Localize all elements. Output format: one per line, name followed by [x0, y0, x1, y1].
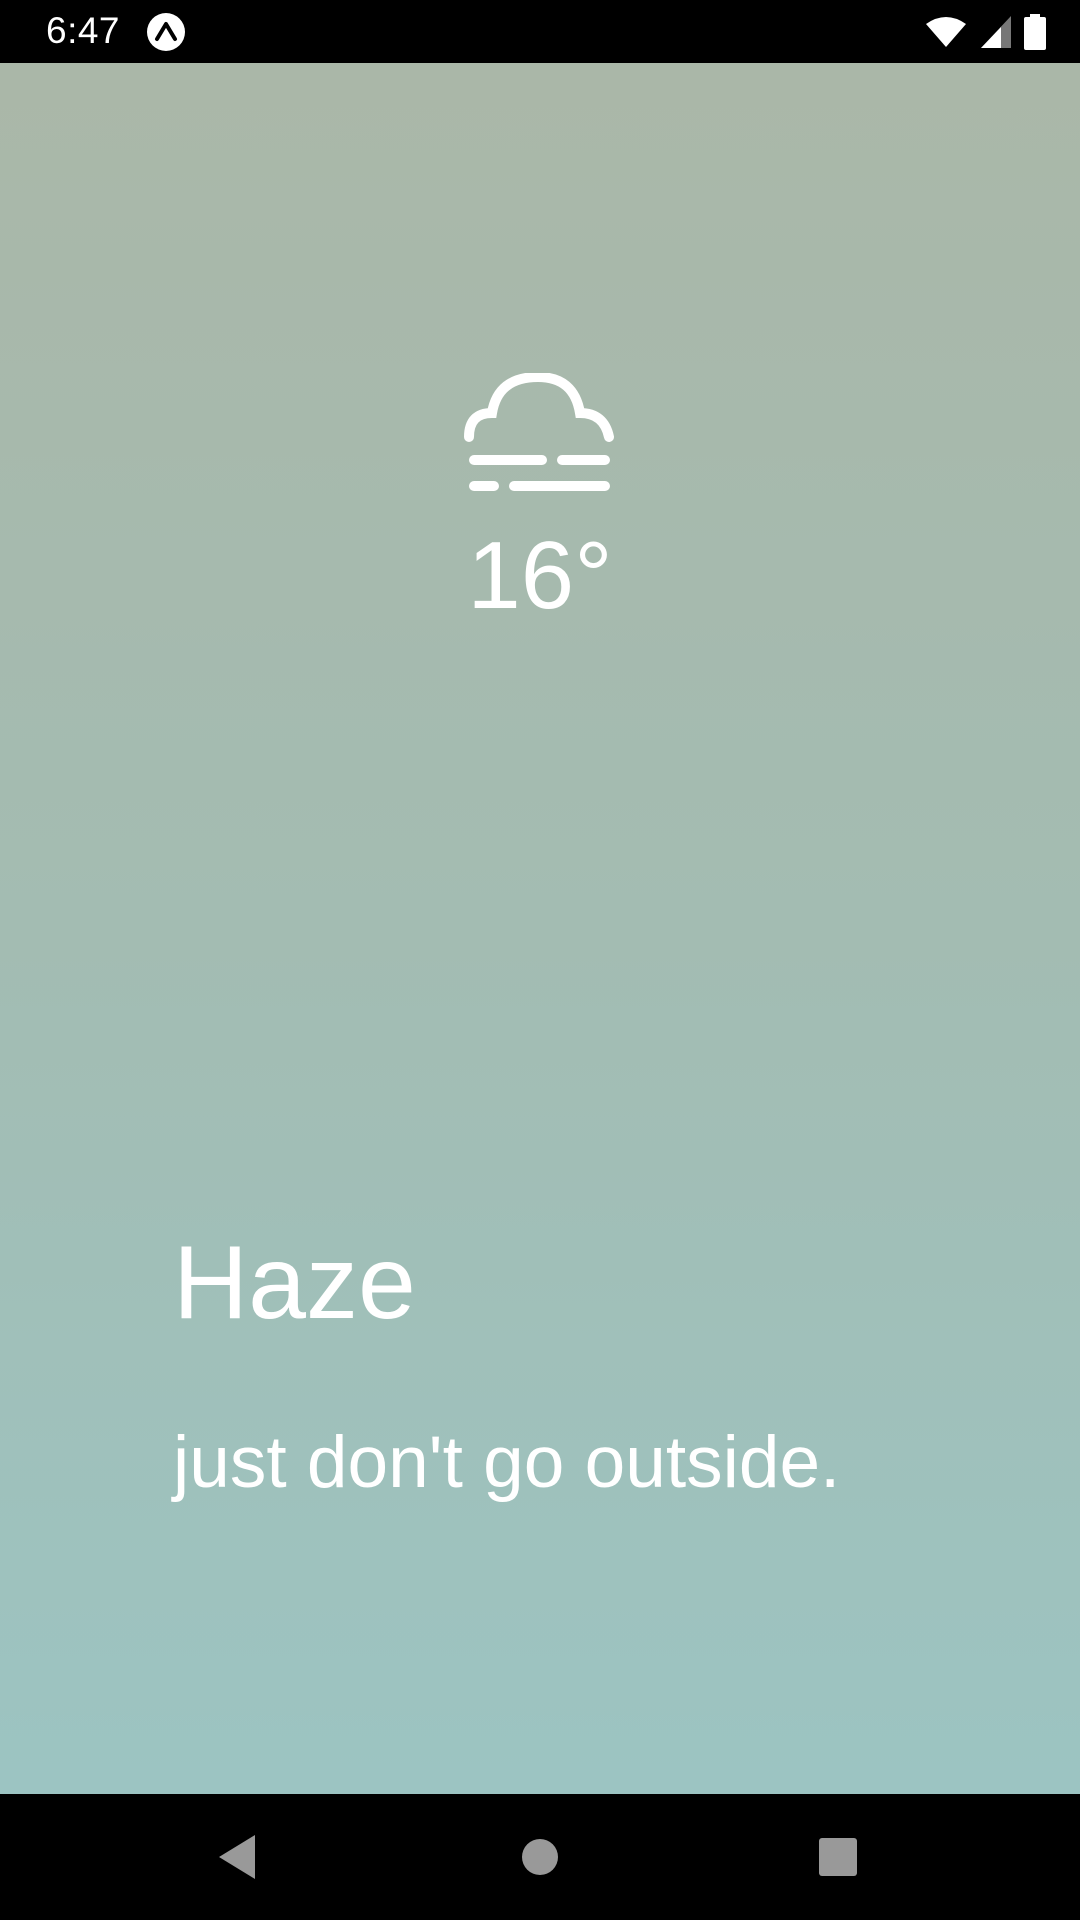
- screen: 6:47 16° Haze just don't go outside.: [0, 0, 1080, 1920]
- recents-icon[interactable]: [808, 1827, 868, 1887]
- status-bar: 6:47: [0, 0, 1080, 63]
- battery-icon: [1024, 14, 1046, 50]
- wifi-icon: [926, 17, 966, 47]
- weather-condition: Haze: [173, 1225, 416, 1341]
- navigation-bar: [0, 1794, 1080, 1920]
- status-time: 6:47: [46, 10, 121, 51]
- weather-tagline: just don't go outside.: [173, 1422, 841, 1503]
- back-icon[interactable]: [207, 1827, 267, 1887]
- expo-icon: [147, 13, 185, 51]
- haze-cloud-icon: [464, 373, 614, 491]
- weather-screen: 16° Haze just don't go outside.: [0, 63, 1080, 1794]
- home-icon[interactable]: [510, 1827, 570, 1887]
- status-icons: [924, 12, 1046, 52]
- cellular-signal-icon: [981, 16, 1011, 48]
- temperature: 16°: [467, 522, 613, 629]
